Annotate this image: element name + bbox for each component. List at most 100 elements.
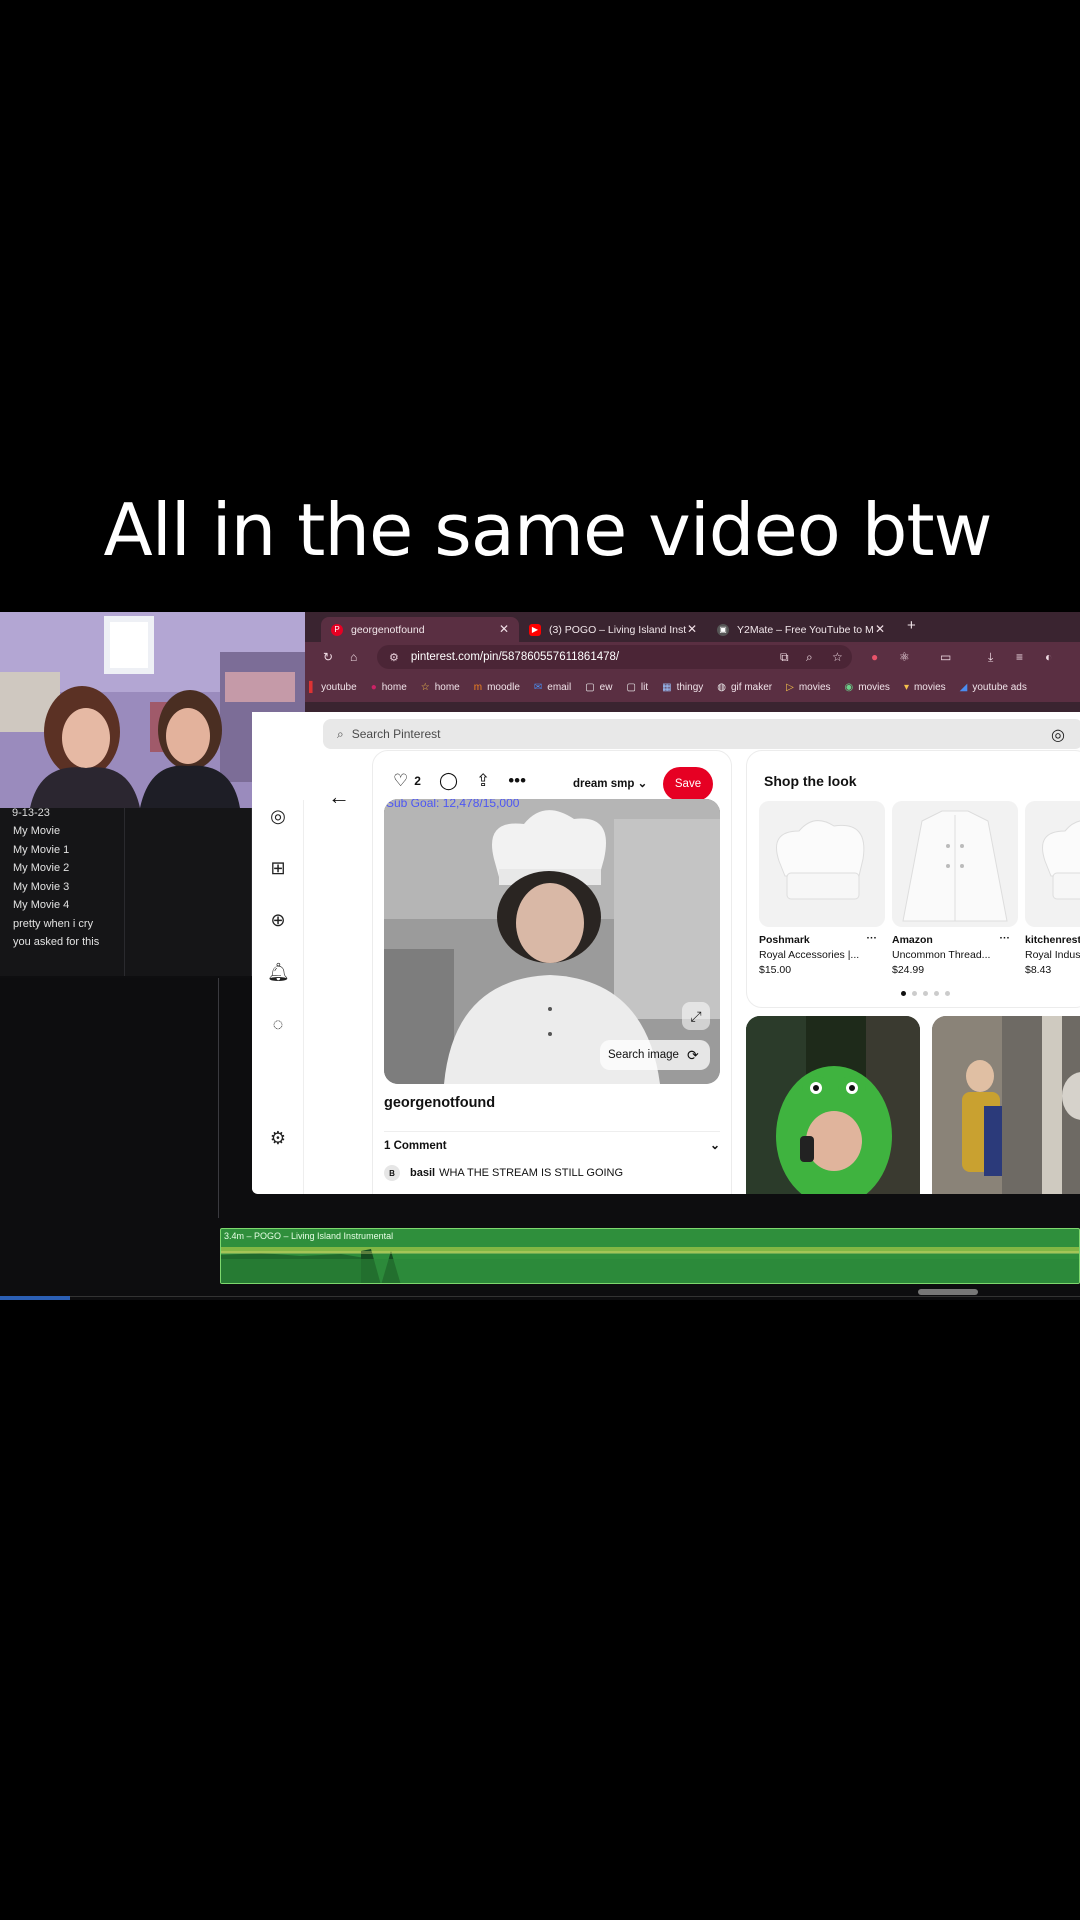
product-card[interactable]: Poshmark ··· Royal Accessories |... $15.0… [759, 801, 885, 976]
pin-author[interactable]: georgenotfound [384, 1095, 495, 1111]
new-tab-button[interactable]: + [907, 617, 916, 634]
product-image[interactable] [892, 801, 1018, 927]
pinterest-favicon-icon: P [331, 623, 343, 636]
board-dropdown[interactable]: dream smp ⌄ [573, 776, 647, 790]
comments-header[interactable]: 1 Comment ⌄ [384, 1131, 720, 1152]
close-icon[interactable]: ✕ [875, 622, 885, 636]
pin-image[interactable]: Sub Goal: 12,478/15,000 ⤢ Search image ⟳ [384, 799, 720, 1084]
bookmark-item[interactable]: ▌ youtube [309, 682, 357, 693]
product-card[interactable]: Amazon ··· Uncommon Thread... $24.99 [892, 801, 1018, 976]
explore-icon[interactable]: ◎ [267, 806, 289, 827]
bookmark-item[interactable]: ◉ movies [845, 682, 890, 693]
related-pin[interactable] [746, 1016, 920, 1194]
folder-icon: ▌ [309, 681, 317, 693]
bookmark-item[interactable]: ▷ movies [786, 682, 830, 693]
chevron-down-icon[interactable]: ⌄ [710, 1138, 720, 1152]
boards-icon[interactable]: ⊞ [267, 858, 289, 879]
carousel-dot[interactable] [945, 991, 950, 996]
comment-user[interactable]: basil [410, 1167, 435, 1179]
list-item[interactable]: My Movie 1 [13, 841, 99, 860]
related-pin[interactable] [932, 1016, 1080, 1194]
like-count: 2 [414, 774, 421, 788]
bookmark-item[interactable]: ● home [371, 682, 407, 693]
back-arrow-icon[interactable]: ← [328, 784, 350, 810]
tab-georgenotfound[interactable]: P georgenotfound ✕ [321, 617, 519, 642]
bookmarks-bar: ▌ youtube ● home ☆ home m moodle ✉ email ▢ ew … [305, 672, 1080, 702]
carousel-dot[interactable] [923, 991, 928, 996]
media-icon[interactable]: ≡ [1016, 650, 1023, 664]
carousel-dot[interactable] [912, 991, 917, 996]
bookmark-item[interactable]: ✉ email [534, 682, 571, 693]
pin-closeup: ♡ 2 ◯ ⇪ ••• dream smp ⌄ Save Sub Goal: 1… [372, 750, 732, 1194]
expand-icon[interactable]: ⤢ [682, 1002, 710, 1030]
create-icon[interactable]: ⊕ [267, 910, 289, 931]
comment-icon[interactable]: ◯ [439, 771, 458, 791]
circle-icon: ◉ [844, 681, 854, 693]
carousel-dot[interactable] [901, 991, 906, 996]
product-card[interactable]: kitchenrest Royal Indus $8.43 [1025, 801, 1080, 976]
more-options-icon[interactable]: ••• [508, 771, 526, 791]
youtube-favicon-icon: ▶ [529, 623, 541, 636]
library-date-label: 9-13-23 [12, 808, 50, 816]
shop-title: Shop the look [764, 773, 857, 789]
product-store: Poshmark ··· [759, 932, 878, 946]
tab-pogo[interactable]: ▶ (3) POGO – Living Island Inst ✕ [519, 617, 707, 642]
list-item[interactable]: My Movie [13, 822, 99, 841]
search-placeholder: Search Pinterest [351, 727, 441, 741]
home-icon[interactable]: ⌂ [350, 650, 357, 664]
product-image[interactable] [1025, 801, 1080, 927]
product-name: Uncommon Thread... [892, 949, 991, 961]
bookmark-item[interactable]: ◍ gif maker [717, 682, 772, 693]
timeline-scrollbar[interactable] [918, 1289, 978, 1295]
site-info-icon[interactable]: ⚙ [389, 651, 399, 664]
heart-icon[interactable]: ♡ [393, 771, 408, 791]
playhead[interactable] [218, 978, 219, 1218]
visual-search-icon[interactable]: ◎ [1051, 725, 1065, 745]
product-image[interactable] [759, 801, 885, 927]
movie-list: My Movie My Movie 1 My Movie 2 My Movie … [13, 822, 99, 952]
close-icon[interactable]: ✕ [687, 622, 697, 636]
notifications-bell-icon[interactable]: 🔔︎ [267, 962, 290, 983]
carousel-dots[interactable] [901, 991, 956, 996]
tab-strip: P georgenotfound ✕ ▶ (3) POGO – Living I… [305, 612, 1080, 642]
list-item[interactable]: My Movie 2 [13, 859, 99, 878]
search-image-button[interactable]: Search image ⟳ [600, 1040, 710, 1070]
more-options-icon[interactable]: ··· [867, 932, 878, 944]
tab-label: (3) POGO – Living Island Inst [549, 623, 687, 636]
bookmark-item[interactable]: ▢ ew [585, 682, 612, 693]
save-button[interactable]: Save [663, 767, 713, 801]
bookmark-item[interactable]: ◢ youtube ads [960, 682, 1027, 693]
list-item[interactable]: you asked for this [13, 933, 99, 952]
more-options-icon[interactable]: ··· [1000, 932, 1011, 944]
settings-gear-icon[interactable]: ⚙ [267, 1128, 289, 1149]
download-icon[interactable]: ⤓ [988, 650, 993, 665]
extensions-icon[interactable]: ⚛ [899, 650, 910, 664]
messages-icon[interactable]: ◌ [267, 1014, 289, 1035]
bookmark-star-icon[interactable]: ☆ [832, 650, 843, 664]
adblock-icon[interactable]: ● [871, 650, 878, 664]
tab-y2mate[interactable]: ▣ Y2Mate – Free YouTube to M ✕ [707, 617, 895, 642]
bookmark-item[interactable]: ▾ movies [904, 682, 946, 693]
pin-action-bar: ♡ 2 ◯ ⇪ ••• [393, 771, 544, 791]
bookmark-item[interactable]: m moodle [474, 682, 520, 693]
carousel-dot[interactable] [934, 991, 939, 996]
product-store: kitchenrest [1025, 934, 1080, 946]
share-icon[interactable]: ⇪ [476, 771, 490, 791]
close-icon[interactable]: ✕ [499, 622, 509, 636]
profile-avatar-icon[interactable]: ◐ [1045, 650, 1052, 664]
audio-track-clip[interactable]: 3.4m – POGO – Living Island Instrumental [220, 1228, 1080, 1284]
bookmark-item[interactable]: ▦ thingy [662, 682, 703, 693]
bookmark-item[interactable]: ☆ home [421, 682, 460, 693]
side-panel-icon[interactable]: ▭ [940, 650, 951, 664]
list-item[interactable]: My Movie 3 [13, 878, 99, 897]
list-item[interactable]: pretty when i cry [13, 915, 99, 934]
y2mate-favicon-icon: ▣ [717, 623, 729, 636]
reload-icon[interactable]: ↻ [323, 650, 333, 664]
list-item[interactable]: My Movie 4 [13, 896, 99, 915]
avatar[interactable]: B [384, 1165, 400, 1181]
zoom-icon[interactable]: ⌕ [806, 650, 813, 665]
stream-overlay-text: Sub Goal: 12,478/15,000 [386, 799, 520, 810]
install-icon[interactable]: ⧉ [780, 650, 789, 665]
bookmark-item[interactable]: ▢ lit [626, 682, 648, 693]
search-input[interactable]: ⌕ Search Pinterest ◎ [323, 719, 1080, 749]
